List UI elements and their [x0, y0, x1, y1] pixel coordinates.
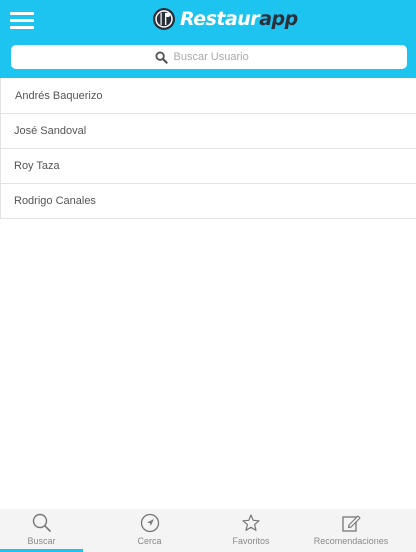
logo-text: Restaurapp [180, 8, 298, 30]
search-bar[interactable] [11, 45, 407, 69]
tab-label: Buscar [27, 536, 56, 546]
list-item[interactable]: José Sandoval [1, 114, 416, 149]
list-item[interactable]: Andrés Baquerizo [1, 78, 416, 114]
tab-recomendaciones[interactable]: Recomendaciones [286, 509, 416, 552]
list-item[interactable]: Rodrigo Canales [1, 184, 416, 219]
search-icon [154, 50, 168, 64]
tab-label: Cerca [137, 536, 162, 546]
navigation-arrow-icon [140, 513, 159, 533]
search-icon [32, 513, 51, 532]
bottom-tab-bar: Buscar Cerca Favoritos Recomendaciones [0, 509, 416, 552]
edit-icon [342, 515, 361, 532]
star-icon [242, 514, 260, 531]
list-item[interactable]: Roy Taza [1, 149, 416, 184]
app-header: Restaurapp [0, 0, 416, 78]
tab-label: Recomendaciones [313, 536, 389, 546]
tab-buscar[interactable]: Buscar [0, 509, 83, 552]
tab-cerca[interactable]: Cerca [83, 509, 216, 552]
search-input[interactable] [173, 51, 264, 63]
tab-label: Favoritos [232, 536, 270, 546]
app-logo: Restaurapp [152, 6, 298, 32]
hamburger-menu-icon[interactable] [10, 10, 34, 30]
tab-favoritos[interactable]: Favoritos [216, 509, 286, 552]
user-list: Andrés Baquerizo José Sandoval Roy Taza … [0, 78, 416, 219]
restaurant-logo-icon [153, 8, 175, 30]
